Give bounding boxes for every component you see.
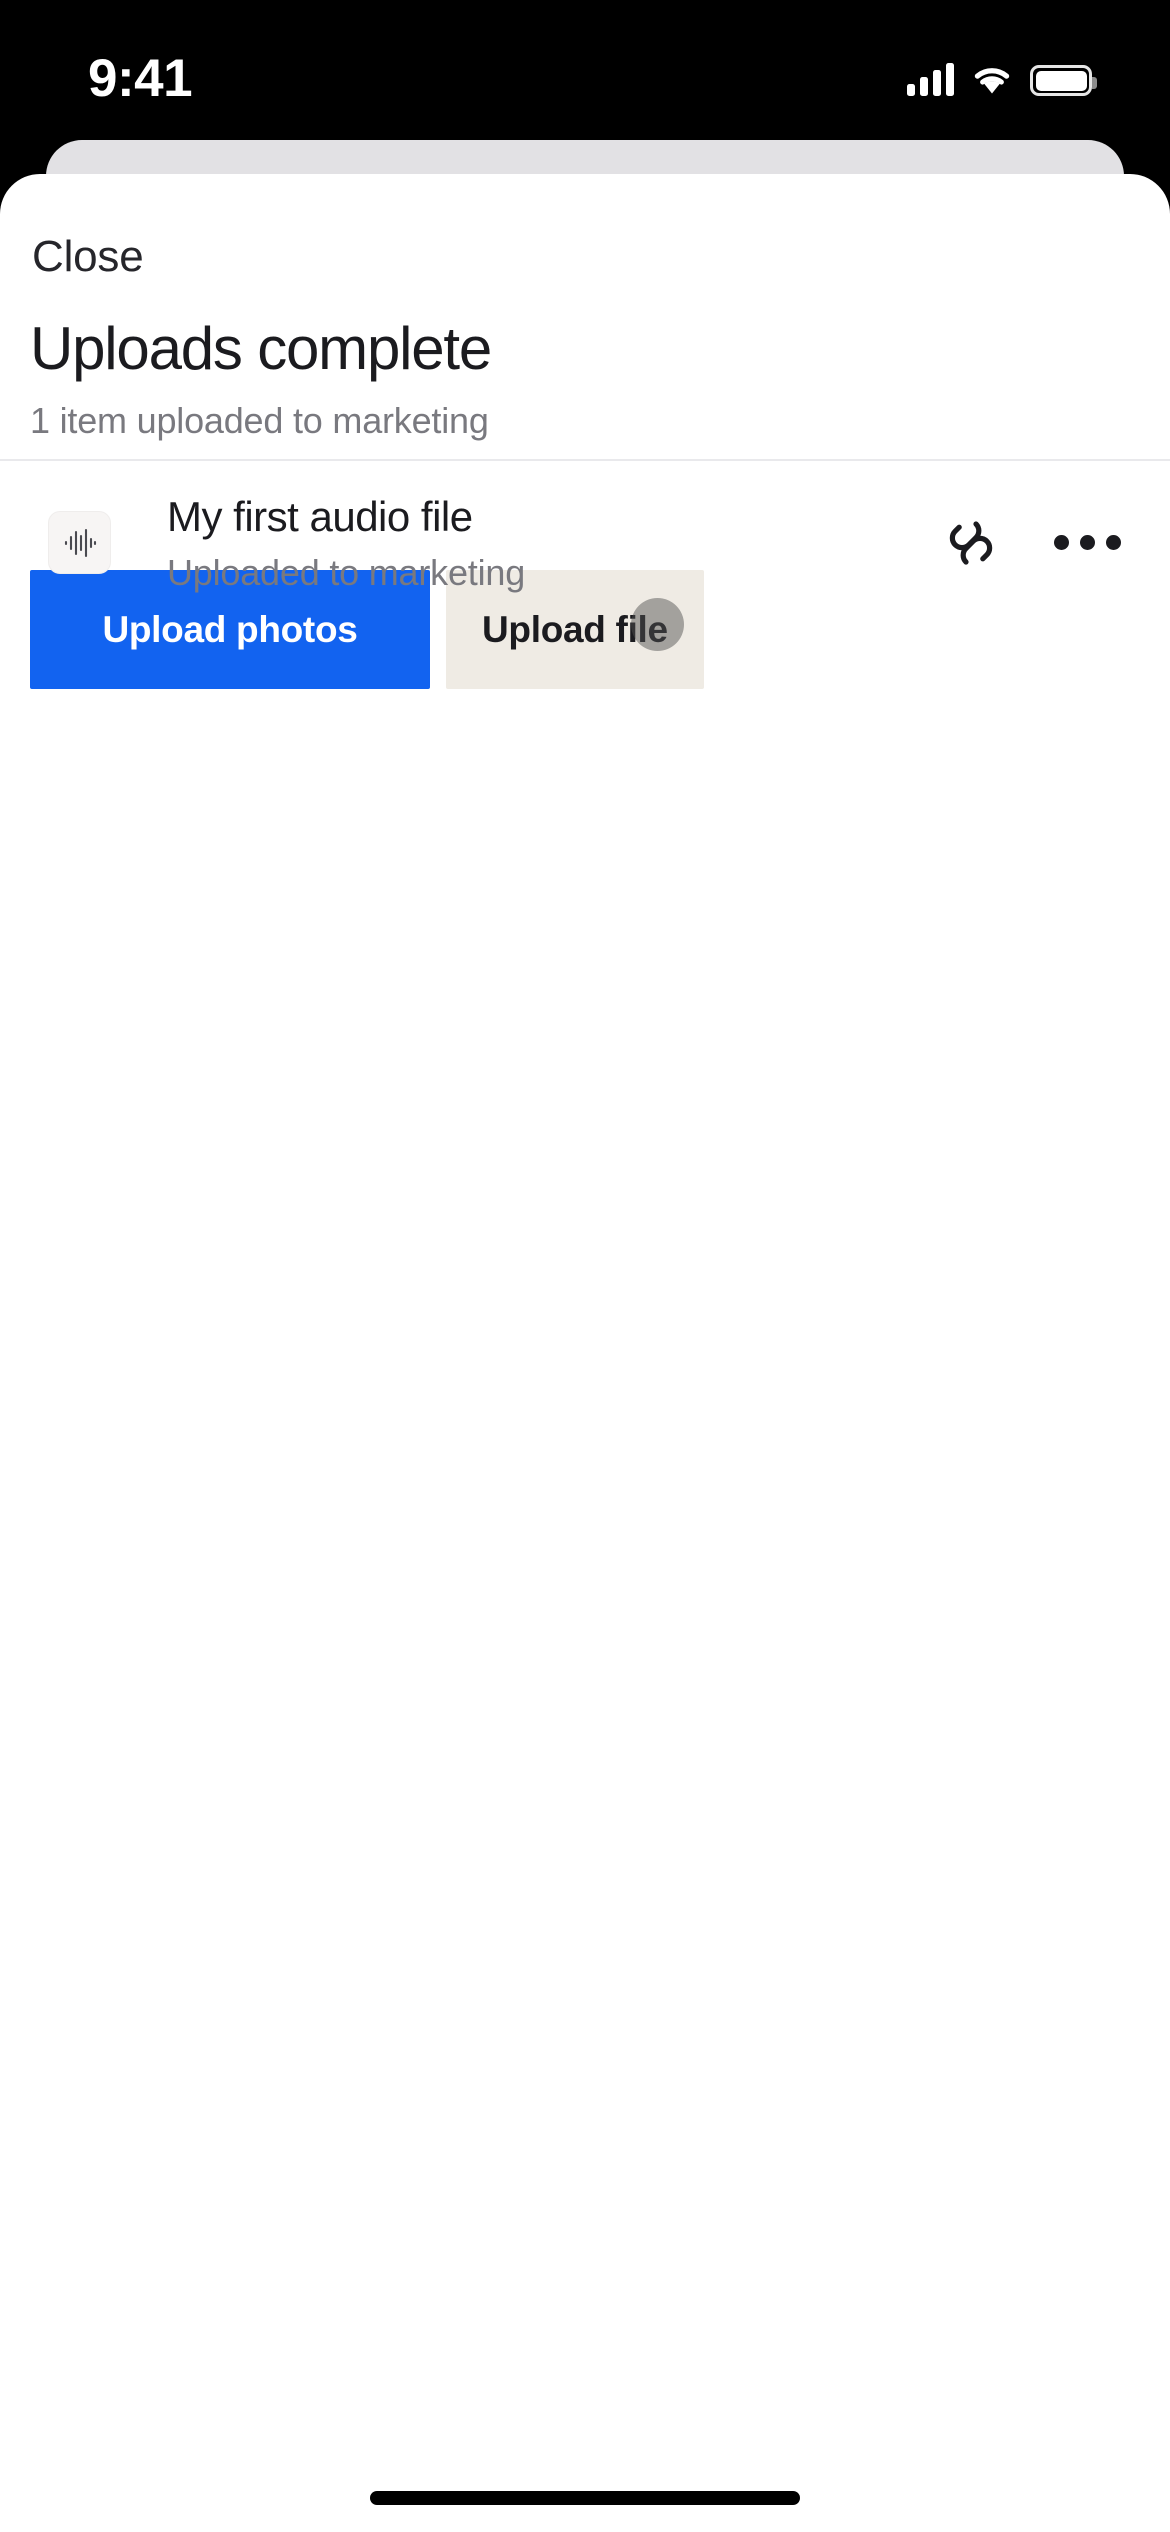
page-subtitle: 1 item uploaded to marketing (30, 400, 489, 442)
status-bar-indicators (907, 52, 1097, 96)
file-details: My first audio file Uploaded to marketin… (167, 492, 908, 594)
page-title: Uploads complete (30, 315, 492, 382)
file-row-actions (928, 500, 1130, 586)
cellular-signal-icon (907, 62, 954, 96)
file-name: My first audio file (167, 493, 473, 540)
status-bar: 9:41 (0, 0, 1170, 150)
status-bar-time: 9:41 (88, 49, 193, 108)
home-indicator (370, 2491, 800, 2505)
more-horizontal-icon (1053, 535, 1121, 551)
audio-waveform-icon (48, 511, 111, 575)
file-status: Uploaded to marketing (167, 551, 526, 593)
battery-icon (1030, 65, 1097, 96)
section-divider (0, 459, 1170, 461)
upload-sheet: Close Uploads complete 1 item uploaded t… (0, 174, 1170, 2532)
phone-screen: 9:41 Close Uploads complete 1 item uploa… (0, 0, 1170, 2532)
link-chain-icon (949, 521, 993, 565)
wifi-icon (974, 68, 1010, 94)
copy-link-button[interactable] (928, 500, 1014, 586)
close-button[interactable]: Close (30, 231, 146, 283)
more-options-button[interactable] (1044, 500, 1130, 586)
sheet-header: Uploads complete 1 item uploaded to mark… (30, 315, 1130, 442)
table-row[interactable]: My first audio file Uploaded to marketin… (0, 464, 1170, 622)
uploaded-file-list: My first audio file Uploaded to marketin… (0, 464, 1170, 622)
